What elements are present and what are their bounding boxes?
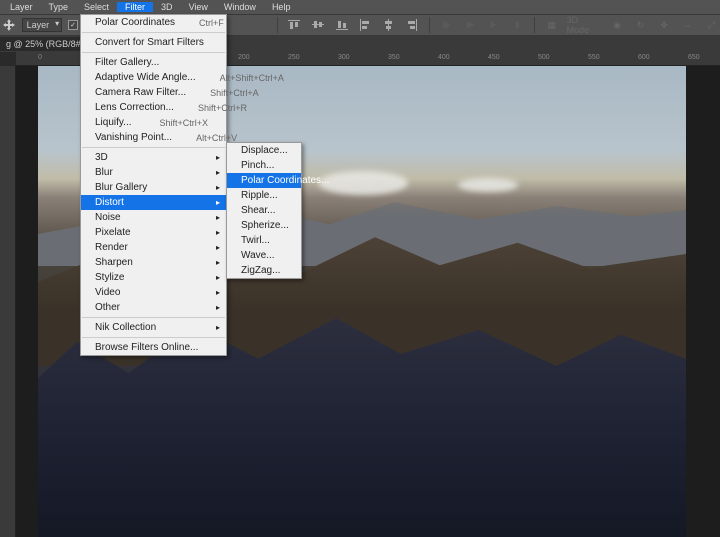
menu-item-convert-smart[interactable]: Convert for Smart Filters (81, 35, 226, 50)
ruler-tick: 300 (338, 54, 350, 61)
distort-submenu: Displace...Pinch...Polar Coordinates...R… (226, 142, 302, 279)
align-left-icon[interactable] (356, 16, 374, 34)
menu-item-adaptive-wide-angle[interactable]: Adaptive Wide Angle...Alt+Shift+Ctrl+A (81, 70, 226, 85)
menu-help[interactable]: Help (264, 2, 299, 12)
separator (277, 17, 278, 33)
menu-item-pinch[interactable]: Pinch... (227, 158, 301, 173)
ruler-tick: 550 (588, 54, 600, 61)
menu-window[interactable]: Window (216, 2, 264, 12)
menu-item-wave[interactable]: Wave... (227, 248, 301, 263)
menu-item-3d[interactable]: 3D▸ (81, 150, 226, 165)
separator (534, 17, 535, 33)
menu-item-filter-gallery[interactable]: Filter Gallery... (81, 55, 226, 70)
menu-item-vanishing-point[interactable]: Vanishing Point...Alt+Ctrl+V (81, 130, 226, 145)
menu-item-last-filter[interactable]: Polar CoordinatesCtrl+F (81, 15, 226, 30)
ruler-vertical (0, 66, 16, 537)
layer-target-dropdown[interactable]: Layer (22, 18, 63, 32)
3d-roll-icon[interactable]: ↻ (632, 16, 650, 34)
menu-item-shear[interactable]: Shear... (227, 203, 301, 218)
menu-item-video[interactable]: Video▸ (81, 285, 226, 300)
distribute-4-icon[interactable]: ‖ (509, 16, 527, 34)
ruler-tick: 250 (288, 54, 300, 61)
menu-item-noise[interactable]: Noise▸ (81, 210, 226, 225)
distribute-1-icon[interactable]: ⊪ (438, 16, 456, 34)
menu-item-displace[interactable]: Displace... (227, 143, 301, 158)
menu-3d[interactable]: 3D (153, 2, 181, 12)
menu-item-camera-raw-filter[interactable]: Camera Raw Filter...Shift+Ctrl+A (81, 85, 226, 100)
menu-filter[interactable]: Filter (117, 2, 153, 12)
menu-item-blur[interactable]: Blur▸ (81, 165, 226, 180)
move-tool-icon (2, 18, 16, 32)
distribute-3-icon[interactable]: ⊩ (485, 16, 503, 34)
menu-item-render[interactable]: Render▸ (81, 240, 226, 255)
menu-item-zigzag[interactable]: ZigZag... (227, 263, 301, 278)
ruler-tick: 650 (688, 54, 700, 61)
ruler-tick: 450 (488, 54, 500, 61)
menu-type[interactable]: Type (41, 2, 77, 12)
ruler-tick: 350 (388, 54, 400, 61)
3d-zoom-icon[interactable]: ⤢ (702, 16, 720, 34)
align-vcenter-icon[interactable] (309, 16, 327, 34)
document-tab-title: g @ 25% (RGB/8#) * (6, 39, 90, 49)
ruler-tick: 500 (538, 54, 550, 61)
menu-item-stylize[interactable]: Stylize▸ (81, 270, 226, 285)
3d-mode-icon[interactable]: ▦ (543, 16, 561, 34)
menu-item-polar-coordinates[interactable]: Polar Coordinates... (227, 173, 301, 188)
ruler-tick: 600 (638, 54, 650, 61)
filter-menu: Polar CoordinatesCtrl+F Convert for Smar… (80, 14, 227, 356)
menu-item-blur-gallery[interactable]: Blur Gallery▸ (81, 180, 226, 195)
menu-layer[interactable]: Layer (2, 2, 41, 12)
3d-orbit-icon[interactable]: ◉ (608, 16, 626, 34)
ruler-tick: 0 (38, 54, 42, 61)
menu-item-lens-correction[interactable]: Lens Correction...Shift+Ctrl+R (81, 100, 226, 115)
menu-item-browse-filters[interactable]: Browse Filters Online... (81, 340, 226, 355)
3d-mode-label: 3D Mode (567, 15, 603, 35)
menu-item-spherize[interactable]: Spherize... (227, 218, 301, 233)
align-right-icon[interactable] (403, 16, 421, 34)
menu-item-liquify[interactable]: Liquify...Shift+Ctrl+X (81, 115, 226, 130)
ruler-tick: 400 (438, 54, 450, 61)
menubar: Layer Type Select Filter 3D View Window … (0, 0, 720, 14)
menu-item-twirl[interactable]: Twirl... (227, 233, 301, 248)
separator (429, 17, 430, 33)
3d-slide-icon[interactable]: ⇔ (679, 16, 697, 34)
menu-item-sharpen[interactable]: Sharpen▸ (81, 255, 226, 270)
menu-view[interactable]: View (181, 2, 216, 12)
menu-item-other[interactable]: Other▸ (81, 300, 226, 315)
align-hcenter-icon[interactable] (380, 16, 398, 34)
show-transform-checkbox[interactable]: ✓ (68, 20, 78, 30)
distribute-2-icon[interactable]: ⊫ (461, 16, 479, 34)
menu-item-distort[interactable]: Distort▸ (81, 195, 226, 210)
menu-item-ripple[interactable]: Ripple... (227, 188, 301, 203)
3d-pan-icon[interactable]: ✥ (655, 16, 673, 34)
align-bottom-icon[interactable] (333, 16, 351, 34)
menu-item-pixelate[interactable]: Pixelate▸ (81, 225, 226, 240)
menu-item-nik[interactable]: Nik Collection▸ (81, 320, 226, 335)
align-top-icon[interactable] (286, 16, 304, 34)
ruler-tick: 200 (238, 54, 250, 61)
menu-select[interactable]: Select (76, 2, 117, 12)
